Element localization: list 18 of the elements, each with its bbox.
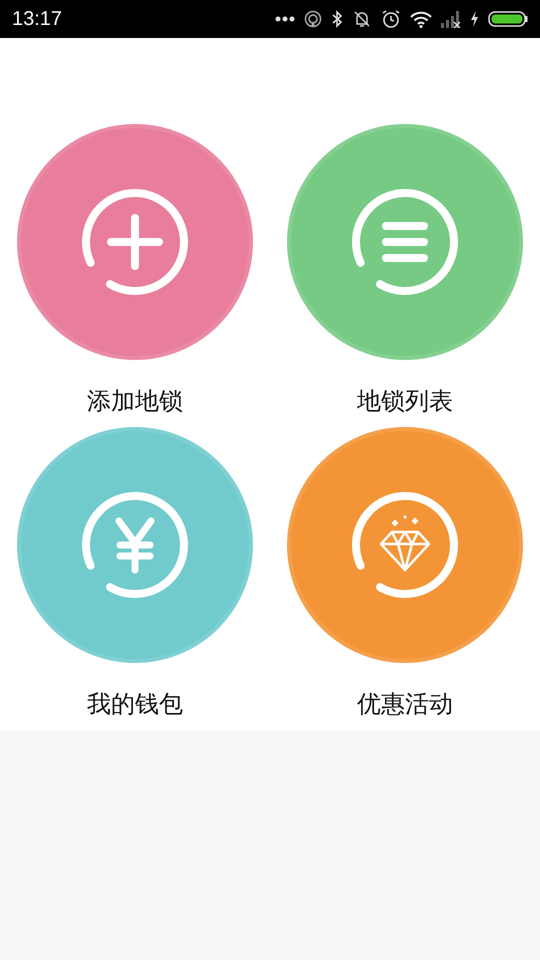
more-icon bbox=[275, 16, 295, 22]
tile-label: 我的钱包 bbox=[87, 690, 183, 720]
clock-time: 13:17 bbox=[12, 7, 62, 32]
bluetooth-icon bbox=[331, 10, 343, 28]
tile-label: 地锁列表 bbox=[357, 387, 453, 417]
charging-icon bbox=[470, 11, 479, 27]
wifi-icon bbox=[410, 10, 432, 28]
tile-label: 优惠活动 bbox=[357, 690, 453, 720]
alarm-icon bbox=[381, 9, 401, 29]
hotspot-icon bbox=[304, 10, 322, 28]
muted-bell-icon bbox=[352, 10, 372, 28]
signal-icon bbox=[441, 10, 461, 28]
tile-label: 添加地锁 bbox=[87, 387, 183, 417]
yen-circle-icon bbox=[80, 490, 190, 600]
plus-circle-icon bbox=[80, 187, 190, 297]
list-circle-icon bbox=[350, 187, 460, 297]
diamond-circle-icon bbox=[350, 490, 460, 600]
battery-icon bbox=[488, 11, 528, 27]
